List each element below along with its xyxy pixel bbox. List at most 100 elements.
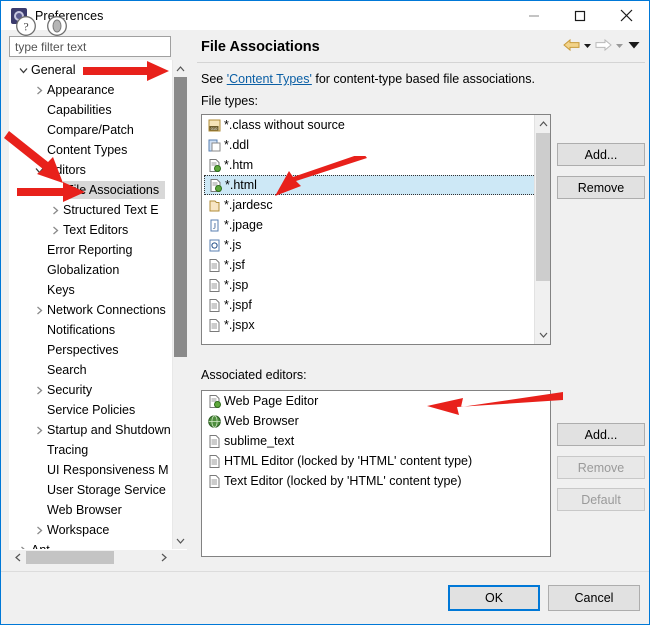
sidebar-item-security[interactable]: Security — [9, 380, 172, 400]
scroll-down-icon[interactable] — [535, 327, 550, 343]
sidebar-item-structured-text-e[interactable]: Structured Text E — [9, 200, 172, 220]
text-file-icon — [207, 258, 224, 273]
chevron-right-icon[interactable] — [31, 80, 47, 100]
sidebar-item-globalization[interactable]: Globalization — [9, 260, 172, 280]
file-type-row[interactable]: J *.jpage — [202, 215, 550, 235]
editors-add-button[interactable]: Add... — [557, 423, 645, 446]
restore-defaults-icon[interactable] — [46, 15, 68, 37]
file-type-row[interactable]: *.jspf — [202, 295, 550, 315]
sidebar-item-ant[interactable]: Ant — [9, 540, 172, 549]
file-type-label: *.htm — [224, 158, 254, 172]
file-type-row[interactable]: *.js — [202, 235, 550, 255]
sidebar-item-file-associations[interactable]: File Associations — [9, 180, 172, 200]
tree-hscroll-thumb[interactable] — [26, 551, 114, 564]
file-type-label: *.ddl — [224, 138, 250, 152]
file-types-scroll-thumb[interactable] — [536, 133, 550, 281]
tree-scroll-thumb[interactable] — [174, 77, 187, 357]
help-icon[interactable]: ? — [15, 15, 37, 37]
tree-vertical-scrollbar[interactable] — [172, 60, 187, 549]
sidebar-item-appearance[interactable]: Appearance — [9, 80, 172, 100]
associated-editor-row[interactable]: Web Browser — [202, 411, 550, 431]
forward-dropdown-icon[interactable] — [614, 40, 625, 51]
chevron-right-icon[interactable] — [47, 200, 63, 220]
file-type-row[interactable]: *.jardesc — [202, 195, 550, 215]
sidebar-item-tracing[interactable]: Tracing — [9, 440, 172, 460]
chevron-right-icon[interactable] — [31, 380, 47, 400]
sidebar-item-label: Appearance — [47, 83, 115, 97]
ok-button[interactable]: OK — [448, 585, 540, 611]
scroll-down-icon[interactable] — [173, 533, 187, 548]
chevron-right-icon[interactable] — [15, 540, 31, 549]
chevron-right-icon[interactable] — [47, 220, 63, 240]
scroll-up-icon[interactable] — [173, 61, 187, 76]
sidebar-item-web-browser[interactable]: Web Browser — [9, 500, 172, 520]
chevron-right-icon[interactable] — [31, 520, 47, 540]
scroll-up-icon[interactable] — [535, 116, 550, 132]
sidebar-item-workspace[interactable]: Workspace — [9, 520, 172, 540]
associated-editors-list[interactable]: Web Page Editor Web Browser sublime_text HT… — [201, 390, 551, 557]
scroll-right-icon[interactable] — [156, 550, 171, 565]
sidebar-item-label: Ant — [31, 543, 54, 549]
chevron-right-icon[interactable] — [31, 420, 47, 440]
sidebar-item-general[interactable]: General — [9, 60, 172, 80]
chevron-right-icon[interactable] — [31, 300, 47, 320]
back-arrow-icon[interactable] — [563, 38, 580, 52]
file-type-row[interactable]: *.html — [204, 175, 548, 195]
forward-arrow-icon[interactable] — [595, 38, 612, 52]
sidebar-item-error-reporting[interactable]: Error Reporting — [9, 240, 172, 260]
description-suffix: for content-type based file associations… — [311, 72, 535, 86]
sidebar-item-compare-patch[interactable]: Compare/Patch — [9, 120, 172, 140]
text-file-icon — [207, 298, 224, 313]
scroll-left-icon[interactable] — [10, 550, 25, 565]
maximize-icon[interactable] — [557, 1, 603, 30]
associated-editor-row[interactable]: Web Page Editor — [202, 391, 550, 411]
html-file-icon — [209, 158, 221, 172]
file-type-label: *.jsf — [224, 258, 245, 272]
file-type-row[interactable]: *.jspx — [202, 315, 550, 335]
sidebar-item-startup-and-shutdown[interactable]: Startup and Shutdown — [9, 420, 172, 440]
back-dropdown-icon[interactable] — [582, 40, 593, 51]
associated-editor-row[interactable]: sublime_text — [202, 431, 550, 451]
jpage-file-icon: J — [207, 218, 224, 233]
sidebar-item-search[interactable]: Search — [9, 360, 172, 380]
sidebar-item-user-storage-service[interactable]: User Storage Service — [9, 480, 172, 500]
file-types-remove-button[interactable]: Remove — [557, 176, 645, 199]
file-type-row[interactable]: *.jsf — [202, 255, 550, 275]
preference-tree[interactable]: General Appearance Capabilities Compare/Pat… — [9, 60, 187, 565]
file-type-row[interactable]: 010 *.class without source — [202, 115, 550, 135]
chevron-down-icon[interactable] — [31, 160, 47, 180]
minimize-icon[interactable] — [511, 1, 557, 30]
html-file-icon — [210, 178, 222, 192]
file-types-add-button[interactable]: Add... — [557, 143, 645, 166]
associated-editor-label: Text Editor (locked by 'HTML' content ty… — [224, 474, 462, 488]
sidebar-item-text-editors[interactable]: Text Editors — [9, 220, 172, 240]
html-file-icon — [207, 158, 224, 173]
text-file-icon — [209, 474, 220, 488]
sidebar-item-service-policies[interactable]: Service Policies — [9, 400, 172, 420]
chevron-down-icon[interactable] — [15, 60, 31, 80]
filter-input[interactable]: type filter text — [9, 36, 171, 57]
file-type-row[interactable]: *.htm — [202, 155, 550, 175]
sidebar-item-editors[interactable]: Editors — [9, 160, 172, 180]
associated-editor-row[interactable]: Text Editor (locked by 'HTML' content ty… — [202, 471, 550, 491]
sidebar-item-capabilities[interactable]: Capabilities — [9, 100, 172, 120]
file-type-row[interactable]: *.jsp — [202, 275, 550, 295]
sidebar-item-perspectives[interactable]: Perspectives — [9, 340, 172, 360]
associated-editor-row[interactable]: HTML Editor (locked by 'HTML' content ty… — [202, 451, 550, 471]
sidebar-item-content-types[interactable]: Content Types — [9, 140, 172, 160]
html-file-icon — [208, 178, 225, 193]
sidebar-item-network-connections[interactable]: Network Connections — [9, 300, 172, 320]
file-type-row[interactable]: *.ddl — [202, 135, 550, 155]
sidebar-item-notifications[interactable]: Notifications — [9, 320, 172, 340]
cancel-button[interactable]: Cancel — [548, 585, 640, 611]
file-types-list[interactable]: 010 *.class without source *.ddl *.htm *.htm… — [201, 114, 551, 345]
sidebar-item-label: Globalization — [47, 263, 120, 277]
sidebar-item-ui-responsiveness-m[interactable]: UI Responsiveness M — [9, 460, 172, 480]
tree-horizontal-scrollbar[interactable] — [9, 550, 187, 565]
content-types-link[interactable]: 'Content Types' — [227, 72, 312, 86]
view-menu-icon[interactable] — [627, 39, 641, 51]
close-icon[interactable] — [603, 1, 649, 30]
sidebar-item-keys[interactable]: Keys — [9, 280, 172, 300]
file-types-scrollbar[interactable] — [534, 115, 550, 344]
page-title: File Associations — [201, 39, 320, 55]
